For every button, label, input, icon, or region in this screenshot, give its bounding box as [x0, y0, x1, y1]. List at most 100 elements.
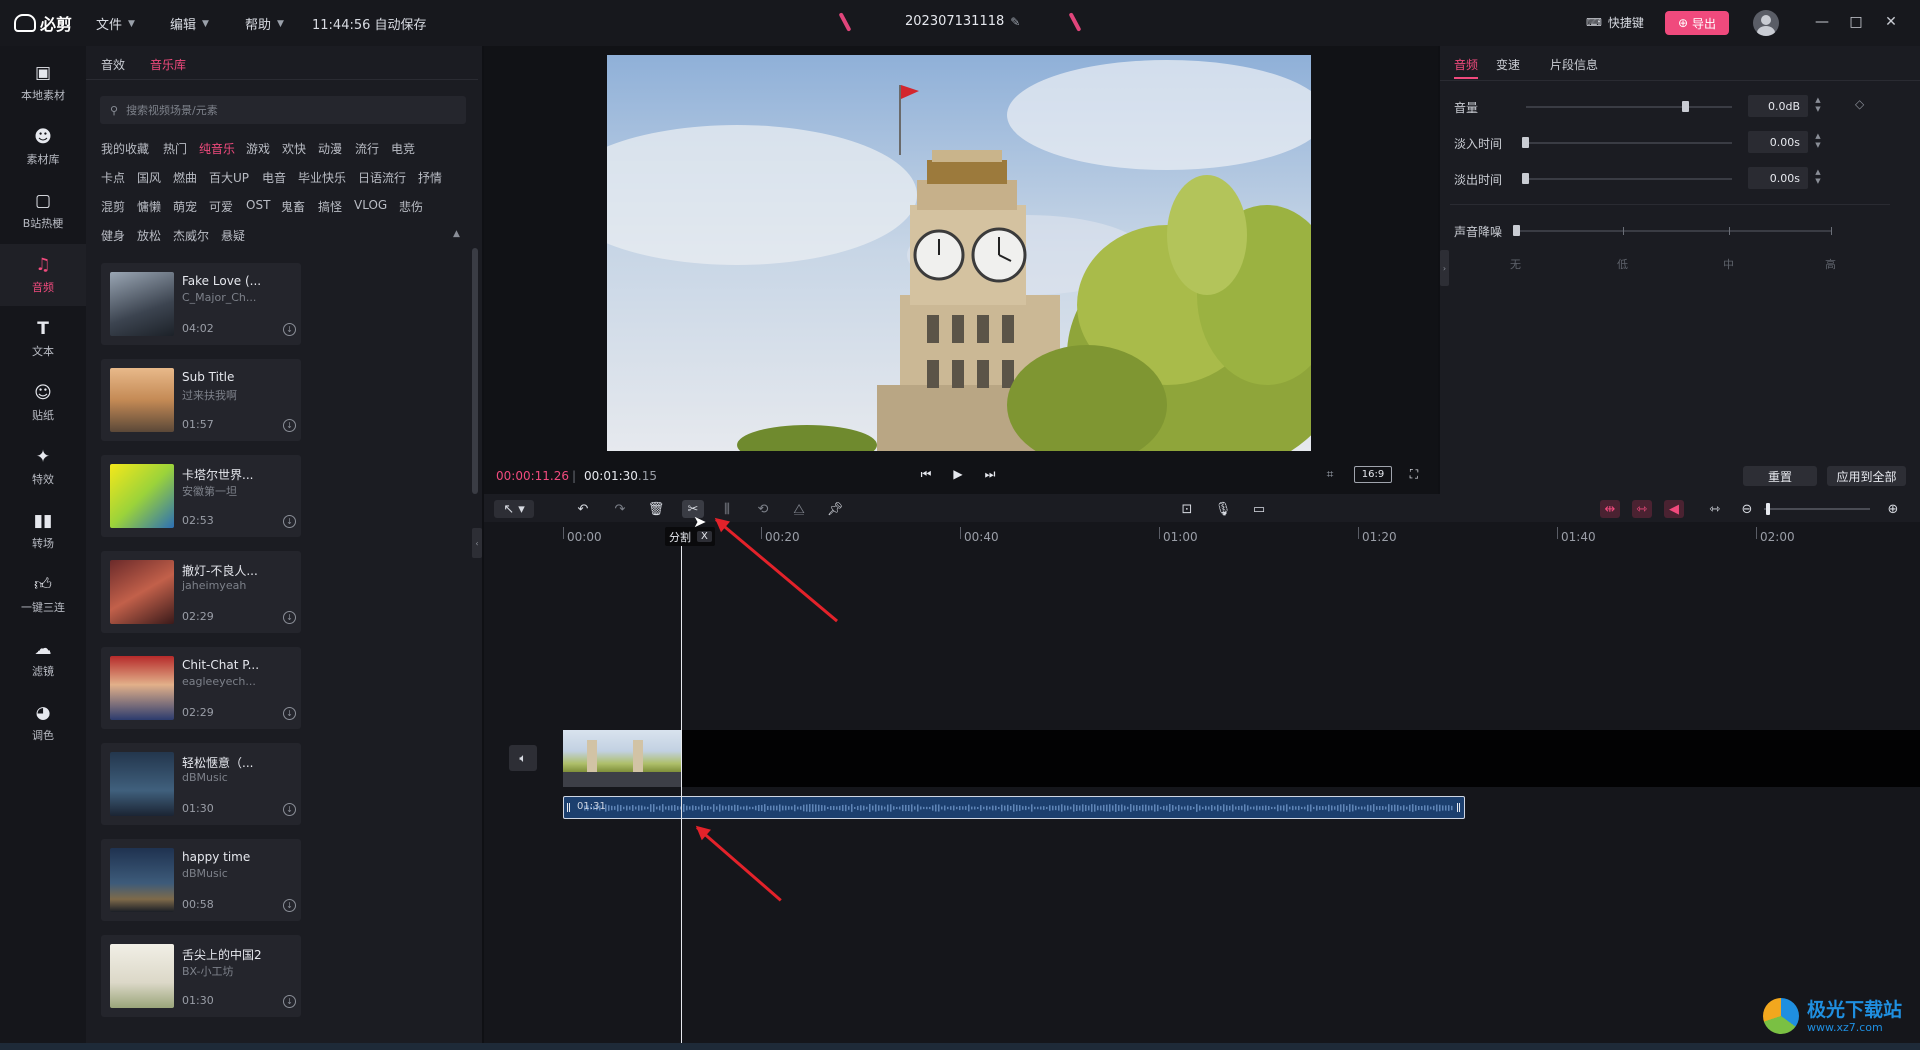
music-card[interactable]: 舌尖上的中国2 BX-小工坊 01:30 ↓	[101, 935, 301, 1017]
rail-item-bilibili-memes[interactable]: ▢ B站热梗	[0, 180, 86, 242]
music-card[interactable]: Chit-Chat P... eagleeyech... 02:29 ↓	[101, 647, 301, 729]
shortcut-button[interactable]: ⌨ 快捷键	[1586, 14, 1644, 31]
edit-pencil-icon[interactable]: ✎	[1010, 15, 1020, 29]
fade-out-stepper[interactable]: ▲ ▼	[1812, 168, 1824, 188]
tag-beat-sync[interactable]: 卡点	[101, 169, 125, 186]
fade-in-stepper[interactable]: ▲ ▼	[1812, 132, 1824, 152]
rail-item-audio[interactable]: ♫ 音频	[0, 244, 86, 306]
music-search-input[interactable]	[126, 103, 447, 117]
menu-edit[interactable]: 编辑 ▼	[170, 14, 209, 33]
rail-item-triple-like[interactable]: 👍︎ 一键三连	[0, 564, 86, 626]
volume-slider-knob[interactable]	[1681, 101, 1689, 112]
download-icon[interactable]: ↓	[283, 803, 296, 816]
crop-button[interactable]: ⌗	[1322, 466, 1338, 482]
tag-mashup[interactable]: 混剪	[101, 198, 125, 215]
tag-graduation[interactable]: 毕业快乐	[298, 169, 346, 186]
tag-ost[interactable]: OST	[246, 198, 270, 212]
music-card[interactable]: happy time dBMusic 00:58 ↓	[101, 839, 301, 921]
marker-button[interactable]: 📌︎	[826, 500, 844, 518]
tag-hot[interactable]: 热门	[163, 140, 187, 157]
record-video-button[interactable]: ▭	[1250, 500, 1268, 518]
play-button[interactable]: ▶	[950, 466, 966, 482]
tag-cheerful[interactable]: 欢快	[282, 140, 306, 157]
music-card[interactable]: Sub Title 过来扶我啊 01:57 ↓	[101, 359, 301, 441]
auto-caption-button[interactable]: ⊡	[1178, 500, 1196, 518]
snap-toggle-button[interactable]: ⇹	[1600, 500, 1620, 518]
tag-top-up[interactable]: 百大UP	[209, 169, 249, 186]
tag-pets[interactable]: 萌宠	[173, 198, 197, 215]
download-icon[interactable]: ↓	[283, 899, 296, 912]
fade-out-slider-knob[interactable]	[1522, 173, 1529, 184]
menu-help[interactable]: 帮助 ▼	[245, 14, 284, 33]
rail-item-local-media[interactable]: ▣ 本地素材	[0, 52, 86, 114]
properties-collapse-handle[interactable]: ›	[1440, 250, 1449, 286]
reverse-button[interactable]: ⟲	[754, 500, 772, 518]
apply-all-button[interactable]: 应用到全部	[1827, 466, 1906, 486]
tag-anime[interactable]: 动漫	[318, 140, 342, 157]
tag-pure-music[interactable]: 纯音乐	[199, 140, 235, 157]
close-button[interactable]: ✕	[1881, 12, 1901, 32]
download-icon[interactable]: ↓	[283, 515, 296, 528]
maximize-button[interactable]: □	[1846, 12, 1866, 32]
audio-clip[interactable]	[563, 796, 1465, 819]
menu-file[interactable]: 文件 ▼	[96, 14, 135, 33]
playhead[interactable]	[681, 532, 682, 1050]
fade-out-value[interactable]: 0.00s	[1748, 167, 1808, 189]
prev-frame-button[interactable]: ⏮	[918, 466, 934, 482]
rail-item-transitions[interactable]: ▮▮ 转场	[0, 500, 86, 562]
fullscreen-button[interactable]: ⛶	[1406, 466, 1422, 482]
fade-in-value[interactable]: 0.00s	[1748, 131, 1808, 153]
aspect-ratio-button[interactable]: 16:9	[1354, 466, 1392, 483]
audio-toggle-button[interactable]: ◀	[1664, 500, 1684, 518]
tag-kichiku[interactable]: 鬼畜	[281, 198, 305, 215]
rail-item-library[interactable]: ☻ 素材库	[0, 116, 86, 178]
audio-clip-left-handle[interactable]	[567, 803, 570, 812]
tag-electronic[interactable]: 电音	[262, 169, 286, 186]
reset-button[interactable]: 重置	[1743, 466, 1817, 486]
tag-chinese-style[interactable]: 国风	[137, 169, 161, 186]
tag-sad[interactable]: 悲伤	[399, 198, 423, 215]
download-icon[interactable]: ↓	[283, 707, 296, 720]
download-icon[interactable]: ↓	[283, 323, 296, 336]
volume-value[interactable]: 0.0dB	[1748, 95, 1808, 117]
volume-stepper[interactable]: ▲ ▼	[1812, 96, 1824, 116]
keyframe-diamond-icon[interactable]: ◇	[1855, 97, 1864, 111]
music-card[interactable]: Fake Love (... C_Major_Ch... 04:02 ↓	[101, 263, 301, 345]
download-icon[interactable]: ↓	[283, 611, 296, 624]
tag-fitness[interactable]: 健身	[101, 227, 125, 244]
tag-lyrical[interactable]: 抒情	[418, 169, 442, 186]
video-preview[interactable]	[607, 55, 1311, 451]
link-toggle-button[interactable]: ⇿	[1632, 500, 1652, 518]
tag-epic[interactable]: 燃曲	[173, 169, 197, 186]
tag-lazy[interactable]: 慵懒	[137, 198, 161, 215]
rail-item-effects[interactable]: ✦ 特效	[0, 436, 86, 498]
tag-jay-chou[interactable]: 杰威尔	[173, 227, 209, 244]
minimize-button[interactable]: —	[1812, 12, 1832, 32]
volume-slider[interactable]	[1526, 106, 1732, 108]
tab-sound-effects[interactable]: 音效	[101, 56, 125, 73]
zoom-in-button[interactable]: ⊕	[1884, 500, 1902, 518]
rail-item-filters[interactable]: ☁ 滤镜	[0, 628, 86, 690]
tag-pop[interactable]: 流行	[355, 140, 379, 157]
track-mute-button[interactable]: 🔈︎	[509, 745, 537, 771]
tag-favorites[interactable]: 我的收藏	[101, 140, 149, 157]
music-card[interactable]: 撤灯-不良人... jaheimyeah 02:29 ↓	[101, 551, 301, 633]
music-card[interactable]: 卡塔尔世界... 安徽第一坦 02:53 ↓	[101, 455, 301, 537]
audio-clip-right-handle[interactable]	[1457, 803, 1460, 812]
next-frame-button[interactable]: ⏭	[982, 466, 998, 482]
download-icon[interactable]: ↓	[283, 419, 296, 432]
fit-timeline-button[interactable]: ⇿	[1706, 500, 1724, 518]
mirror-button[interactable]: ⧋	[790, 500, 808, 518]
undo-button[interactable]: ↶	[574, 500, 592, 518]
rail-item-text[interactable]: T 文本	[0, 308, 86, 370]
tag-vlog[interactable]: VLOG	[354, 198, 387, 212]
tag-funny[interactable]: 搞怪	[318, 198, 342, 215]
rail-item-color-grading[interactable]: ◕ 调色	[0, 692, 86, 754]
download-icon[interactable]: ↓	[283, 995, 296, 1008]
export-button[interactable]: ⊕ 导出	[1665, 11, 1729, 35]
video-track[interactable]	[563, 730, 1920, 787]
music-search-box[interactable]: ⚲	[100, 96, 466, 124]
zoom-slider[interactable]	[1764, 508, 1870, 510]
delete-button[interactable]: 🗑︎	[647, 500, 665, 518]
tag-suspense[interactable]: 悬疑	[221, 227, 245, 244]
